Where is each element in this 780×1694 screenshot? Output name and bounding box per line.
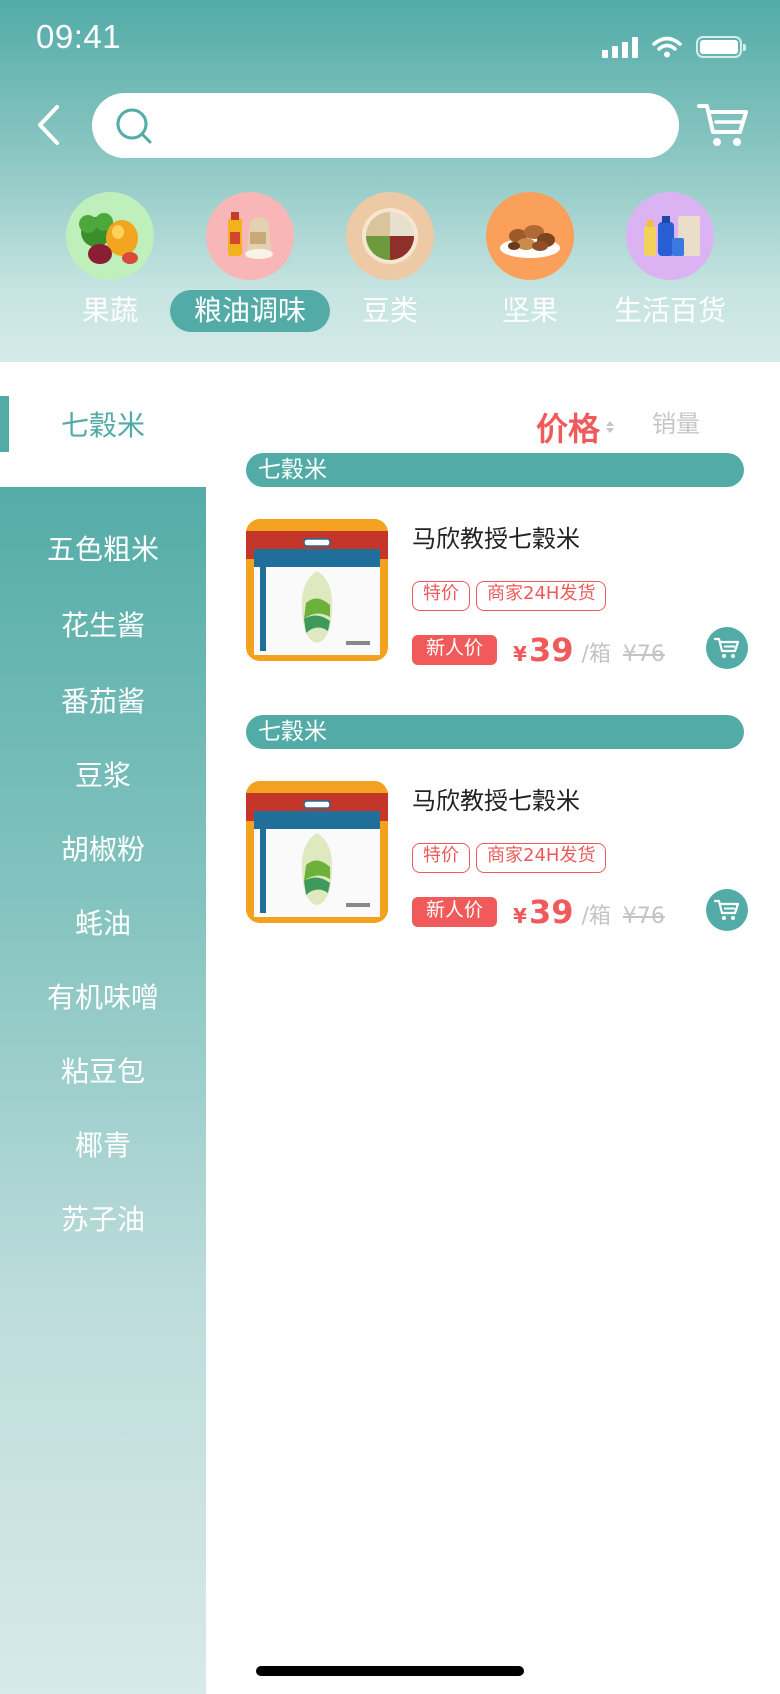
sidebar-item-label: 七穀米: [60, 409, 145, 442]
category-label: 粮油调味: [169, 290, 331, 332]
sort-sales-button[interactable]: 销量: [652, 404, 700, 450]
original-price: ¥76: [622, 642, 665, 667]
search-icon: [116, 108, 152, 143]
status-icons: [602, 36, 746, 58]
category-grain-oil[interactable]: 粮油调味: [169, 190, 331, 340]
tag-special: 特价: [412, 581, 470, 611]
cart-icon: [714, 899, 740, 920]
price-unit: /箱: [581, 642, 611, 667]
category-label: 果蔬: [81, 294, 139, 327]
grain-oil-image: [206, 192, 294, 280]
sort-price-label: 价格: [535, 410, 600, 448]
beans-image: [346, 192, 434, 280]
sidebar: 七穀米 五色粗米 花生酱 番茄酱 豆浆 胡椒粉 蚝油 有机味噌 粘豆包 椰青 苏…: [0, 362, 206, 1694]
daily-goods-image: [626, 192, 714, 280]
tag-shipping: 商家24H发货: [476, 843, 607, 873]
sort-arrows-icon: [606, 421, 614, 433]
category-fruit-vegetable[interactable]: 果蔬: [30, 190, 190, 340]
product-price: 39: [528, 631, 574, 669]
sort-price-button[interactable]: 价格: [536, 404, 614, 450]
back-button[interactable]: [28, 100, 68, 150]
sort-bar: 价格 销量: [534, 404, 700, 450]
product-image: [246, 519, 388, 661]
category-daily-goods[interactable]: 生活百货: [590, 190, 750, 340]
fruit-vegetable-image: [66, 192, 154, 280]
cart-icon: [714, 637, 740, 658]
category-nuts[interactable]: 坚果: [450, 190, 610, 340]
sidebar-item[interactable]: 胡椒粉: [0, 828, 206, 868]
nuts-image: [486, 192, 574, 280]
status-time: 09:41: [36, 18, 122, 55]
product-card[interactable]: 马欣教授七穀米 特价 商家24H发货 新人价 ¥ 39 /箱 ¥76: [246, 519, 748, 669]
sidebar-item[interactable]: 蚝油: [0, 902, 206, 942]
tag-shipping: 商家24H发货: [476, 581, 607, 611]
product-name: 马欣教授七穀米: [412, 787, 580, 815]
group-header: 七穀米: [246, 453, 744, 487]
sidebar-item[interactable]: 有机味噌: [0, 976, 206, 1016]
sidebar-item[interactable]: 花生酱: [0, 604, 206, 644]
product-image: [246, 781, 388, 923]
price-unit: /箱: [581, 904, 611, 929]
tag-special: 特价: [412, 843, 470, 873]
currency-symbol: ¥: [513, 904, 527, 928]
sidebar-item[interactable]: 五色粗米: [0, 528, 206, 568]
price-row: 新人价 ¥ 39 /箱 ¥76: [412, 631, 665, 669]
search-bar[interactable]: [92, 93, 679, 158]
home-indicator[interactable]: [256, 1666, 524, 1676]
add-to-cart-button[interactable]: [706, 627, 748, 669]
sidebar-item[interactable]: 豆浆: [0, 754, 206, 794]
original-price: ¥76: [622, 904, 665, 929]
header: 09:41 果蔬 粮油调味 豆类 坚果 生活百货: [0, 0, 780, 362]
currency-symbol: ¥: [513, 642, 527, 666]
product-card[interactable]: 马欣教授七穀米 特价 商家24H发货 新人价 ¥ 39 /箱 ¥76: [246, 781, 748, 931]
category-label: 生活百货: [613, 294, 727, 327]
category-row: 果蔬 粮油调味 豆类 坚果 生活百货: [0, 190, 780, 340]
cart-icon: [697, 104, 748, 146]
sidebar-item[interactable]: 椰青: [0, 1124, 206, 1164]
new-user-price-badge: 新人价: [412, 635, 498, 665]
sidebar-item[interactable]: 粘豆包: [0, 1050, 206, 1090]
product-price: 39: [528, 893, 574, 931]
price-row: 新人价 ¥ 39 /箱 ¥76: [412, 893, 665, 931]
group-header: 七穀米: [246, 715, 744, 749]
category-beans[interactable]: 豆类: [310, 190, 470, 340]
sidebar-item[interactable]: 苏子油: [0, 1198, 206, 1238]
product-list: 价格 销量 七穀米 马欣教授七穀米 特价 商家24H发货 新人价 ¥ 39 /箱…: [206, 362, 780, 1694]
sidebar-item[interactable]: 番茄酱: [0, 680, 206, 720]
category-label: 坚果: [501, 294, 559, 327]
sidebar-item-active[interactable]: 七穀米: [0, 362, 206, 487]
product-tags: 特价 商家24H发货: [412, 843, 607, 873]
wifi-icon: [652, 36, 682, 58]
add-to-cart-button[interactable]: [706, 889, 748, 931]
signal-icon: [602, 36, 638, 58]
chevron-left-icon: [38, 105, 59, 145]
product-name: 马欣教授七穀米: [412, 525, 580, 553]
battery-icon: [696, 36, 746, 58]
category-label: 豆类: [361, 294, 419, 327]
search-input[interactable]: [168, 111, 648, 140]
product-tags: 特价 商家24H发货: [412, 581, 607, 611]
cart-button[interactable]: [696, 100, 750, 150]
new-user-price-badge: 新人价: [412, 897, 498, 927]
